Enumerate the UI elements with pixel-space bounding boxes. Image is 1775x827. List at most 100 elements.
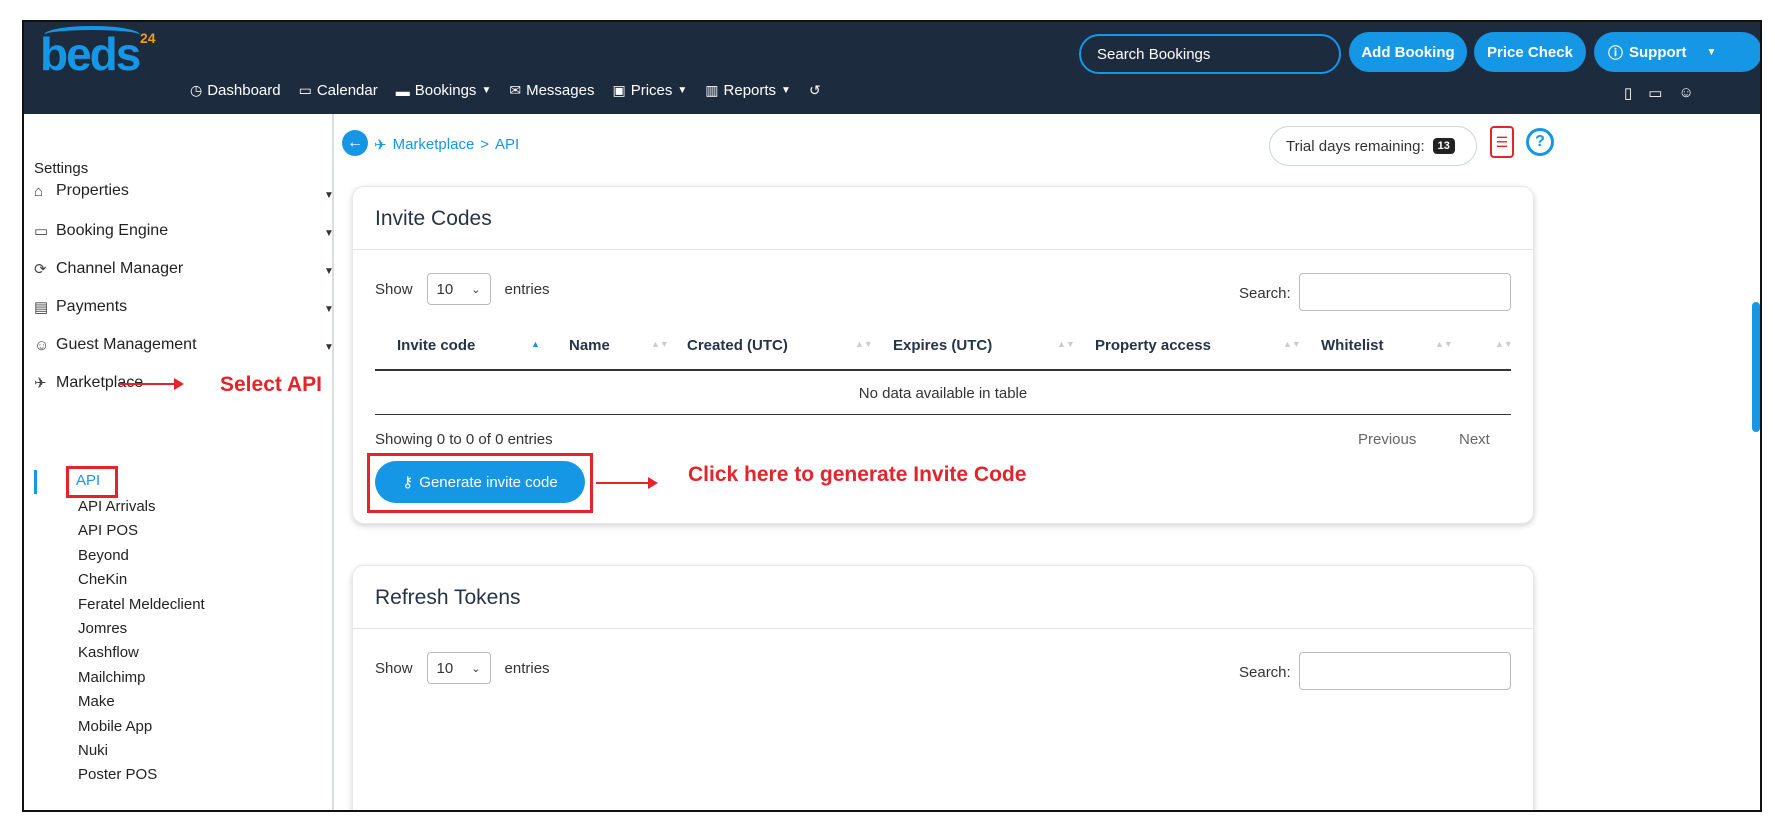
table-info: Showing 0 to 0 of 0 entries — [375, 431, 553, 448]
add-booking-button[interactable]: Add Booking — [1349, 32, 1467, 72]
submenu-item-make[interactable]: Make — [78, 693, 115, 710]
sort-icon: ▲▼ — [1435, 339, 1453, 349]
back-arrow-icon[interactable]: ← — [342, 130, 368, 156]
history-icon: ↺ — [808, 82, 821, 98]
sort-icon: ▲▼ — [1283, 339, 1301, 349]
submenu-item-api-pos[interactable]: API POS — [78, 522, 138, 539]
submenu-item-poster-pos[interactable]: Poster POS — [78, 766, 157, 783]
col-invite-code[interactable]: Invite code — [397, 337, 475, 354]
support-button[interactable]: ⓘ Support ▼ — [1594, 32, 1760, 72]
app-window: beds 24 ◷ Dashboard ▭ Calendar ▬ Booking… — [22, 20, 1762, 812]
sidebar-item-label: Guest Management — [56, 336, 197, 353]
nav-history[interactable]: ↺ — [809, 82, 821, 99]
desktop-icon[interactable]: ▭ — [1648, 84, 1662, 102]
settings-sidebar: Settings ⌂ Properties ▼ ▭ Booking Engine… — [24, 114, 334, 810]
user-icon[interactable]: ☺ — [1678, 84, 1693, 102]
nav-reports-label: Reports — [723, 82, 777, 99]
price-check-button[interactable]: Price Check — [1474, 32, 1586, 72]
divider — [353, 249, 1533, 250]
entries-select[interactable]: 10 ⌄ — [426, 273, 491, 305]
nav-calendar[interactable]: ▭ Calendar — [299, 82, 378, 99]
entries-select[interactable]: 10 ⌄ — [426, 652, 491, 684]
search-input[interactable] — [1299, 273, 1511, 311]
sync-icon: ⟳ — [34, 261, 47, 278]
submenu-item-mailchimp[interactable]: Mailchimp — [78, 669, 146, 686]
logo-text: beds — [40, 28, 141, 80]
sidebar-item-label: Channel Manager — [56, 260, 184, 277]
nav-prices[interactable]: ▣ Prices ▼ — [612, 82, 687, 99]
nav-calendar-label: Calendar — [316, 82, 378, 99]
bed-icon: ▬ — [395, 82, 410, 99]
submenu-item-mobile-app[interactable]: Mobile App — [78, 718, 152, 735]
col-property-access[interactable]: Property access — [1095, 337, 1211, 354]
sort-asc-icon: ▲ — [531, 339, 540, 349]
calendar-icon: ▭ — [298, 82, 312, 98]
submenu-item-beyond[interactable]: Beyond — [78, 547, 129, 564]
entries-value: 10 — [436, 659, 454, 677]
generate-invite-code-button[interactable]: ⚷ Generate invite code — [375, 461, 585, 503]
rocket-icon: ✈ — [374, 137, 387, 154]
caret-down-icon: ▼ — [481, 85, 492, 96]
show-label: Show — [375, 659, 413, 677]
dashboard-icon: ◷ — [190, 82, 203, 98]
nav-messages[interactable]: ✉ Messages — [509, 82, 594, 99]
show-label: Show — [375, 280, 413, 298]
submenu-item-api[interactable]: API — [76, 472, 100, 489]
search-input[interactable] — [1299, 652, 1511, 690]
col-whitelist[interactable]: Whitelist — [1321, 337, 1384, 354]
caret-down-icon: ▼ — [324, 266, 334, 277]
col-created[interactable]: Created (UTC) — [687, 337, 788, 354]
refresh-tokens-title: Refresh Tokens — [375, 586, 521, 609]
annotation-click-generate: Click here to generate Invite Code — [688, 463, 1027, 486]
submenu-item-kashflow[interactable]: Kashflow — [78, 644, 139, 661]
nav-prices-label: Prices — [630, 82, 673, 99]
submenu-item-feratel[interactable]: Feratel Meldeclient — [78, 596, 205, 613]
submenu-item-nuki[interactable]: Nuki — [78, 742, 108, 759]
sidebar-item-label: Booking Engine — [56, 222, 169, 239]
sidebar-item-payments[interactable]: ▤ Payments ▼ — [34, 298, 334, 316]
table-header: Invite code ▲ Name ▲▼ Created (UTC) ▲▼ E… — [375, 331, 1513, 371]
sidebar-item-channel-manager[interactable]: ⟳ Channel Manager ▼ — [34, 260, 334, 278]
submenu-item-api-arrivals[interactable]: API Arrivals — [78, 498, 156, 515]
home-icon: ⌂ — [34, 182, 44, 200]
sidebar-item-guest-management[interactable]: ☺ Guest Management ▼ — [34, 336, 334, 354]
side-scroll-tab[interactable] — [1752, 302, 1760, 432]
invite-codes-title: Invite Codes — [375, 207, 492, 230]
search-label: Search: — [1239, 664, 1291, 681]
nav-dashboard[interactable]: ◷ Dashboard — [190, 82, 281, 99]
breadcrumb-marketplace[interactable]: Marketplace — [393, 136, 475, 154]
logo-number: 24 — [140, 30, 156, 46]
beds24-logo[interactable]: beds 24 — [40, 26, 160, 80]
col-name[interactable]: Name — [569, 337, 610, 354]
top-navbar: beds 24 ◷ Dashboard ▭ Calendar ▬ Booking… — [24, 22, 1760, 114]
mobile-icon[interactable]: ▯ — [1624, 84, 1632, 102]
pagination-previous[interactable]: Previous — [1358, 431, 1416, 448]
caret-down-icon: ▼ — [677, 85, 688, 96]
support-label: Support — [1629, 43, 1687, 61]
trial-days-badge: 13 — [1432, 138, 1455, 154]
clipboard-icon[interactable]: ☰ — [1490, 126, 1514, 158]
breadcrumb-separator: > — [480, 136, 490, 153]
pagination-next[interactable]: Next — [1459, 431, 1490, 448]
sidebar-item-booking-engine[interactable]: ▭ Booking Engine ▼ — [34, 222, 334, 240]
nav-bookings[interactable]: ▬ Bookings ▼ — [396, 82, 492, 99]
search-bookings-input[interactable]: Search Bookings — [1079, 34, 1341, 74]
generate-label: Generate invite code — [419, 473, 558, 491]
help-icon[interactable]: ? — [1526, 128, 1554, 156]
card-icon: ▤ — [34, 299, 49, 316]
caret-down-icon: ▼ — [324, 304, 334, 315]
caret-down-icon: ▼ — [324, 190, 334, 201]
rocket-icon: ✈ — [34, 375, 47, 392]
submenu-item-chekin[interactable]: CheKin — [78, 571, 127, 588]
submenu-item-jomres[interactable]: Jomres — [78, 620, 127, 637]
sidebar-item-label: Properties — [56, 182, 129, 199]
breadcrumb-api[interactable]: API — [495, 136, 519, 154]
col-expires[interactable]: Expires (UTC) — [893, 337, 992, 354]
caret-down-icon: ▼ — [324, 228, 334, 239]
entries-length-control: Show 10 ⌄ entries — [375, 273, 550, 305]
sidebar-item-label: Payments — [56, 298, 128, 315]
entries-label: entries — [504, 280, 550, 298]
users-icon: ☺ — [34, 336, 50, 354]
nav-reports[interactable]: ▥ Reports ▼ — [705, 82, 791, 99]
sidebar-item-properties[interactable]: ⌂ Properties ▼ — [34, 182, 334, 201]
